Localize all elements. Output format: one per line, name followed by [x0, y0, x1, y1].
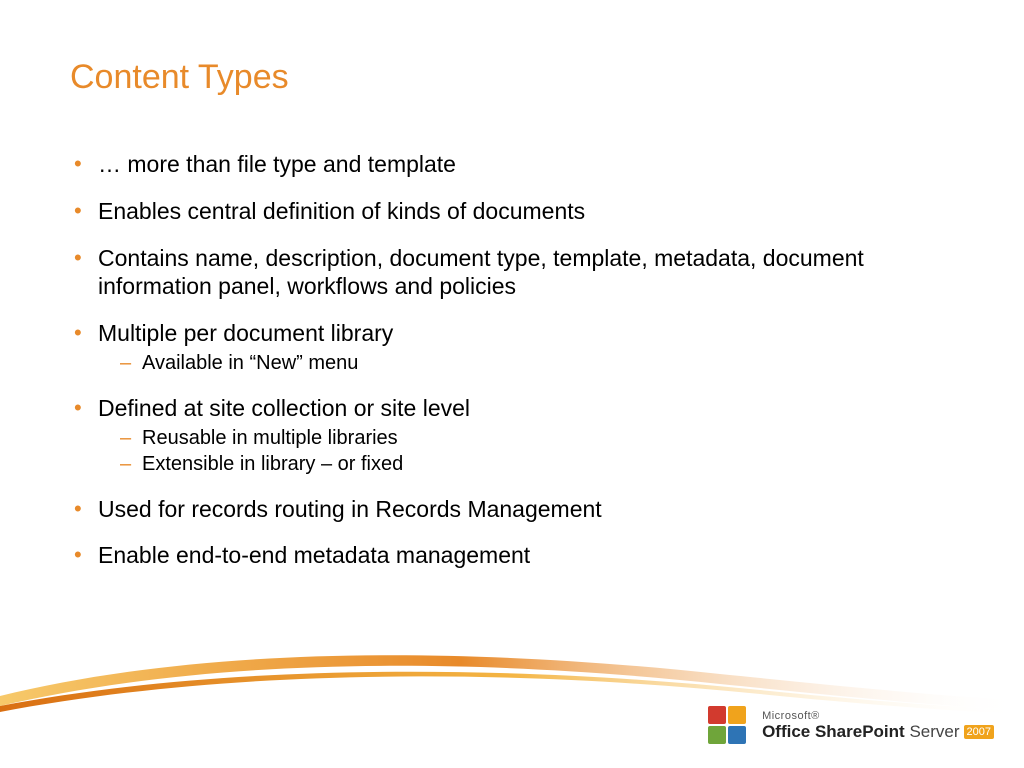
- footer-product: Office SharePoint Server 2007: [762, 723, 994, 741]
- bullet-item: Enables central definition of kinds of d…: [70, 197, 890, 226]
- sub-bullet-item: Extensible in library – or fixed: [98, 451, 890, 477]
- bullet-text: Used for records routing in Records Mana…: [98, 496, 602, 522]
- bullet-item: … more than file type and template: [70, 150, 890, 179]
- bullet-item: Defined at site collection or site level…: [70, 394, 890, 477]
- slide-title: Content Types: [70, 58, 289, 97]
- bullet-item: Contains name, description, document typ…: [70, 244, 890, 302]
- footer-year: 2007: [964, 725, 994, 739]
- bullet-item: Enable end-to-end metadata management: [70, 541, 538, 570]
- sub-bullet-text: Available in “New” menu: [142, 352, 358, 374]
- sub-bullet-item: Available in “New” menu: [98, 350, 890, 376]
- bullet-item: Used for records routing in Records Mana…: [70, 495, 890, 524]
- footer-text: Microsoft® Office SharePoint Server2007: [762, 711, 994, 740]
- bullet-text: Multiple per document library: [98, 320, 393, 346]
- bullet-text: Enable end-to-end metadata management: [98, 542, 530, 568]
- footer-product-bold: Office SharePoint: [762, 722, 905, 741]
- bullet-text: Enables central definition of kinds of d…: [98, 198, 585, 224]
- slide: Content Types … more than file type and …: [0, 0, 1024, 768]
- sub-bullet-list: Reusable in multiple libraries Extensibl…: [98, 425, 890, 477]
- sub-bullet-item: Reusable in multiple libraries: [98, 425, 890, 451]
- bullet-item: Multiple per document library Available …: [70, 319, 890, 376]
- office-logo-icon: [708, 706, 752, 746]
- sub-bullet-list: Available in “New” menu: [98, 350, 890, 376]
- sub-bullet-text: Extensible in library – or fixed: [142, 453, 403, 475]
- bullet-text: Contains name, description, document typ…: [98, 245, 864, 300]
- slide-body: … more than file type and template Enabl…: [70, 150, 890, 588]
- bullet-text: … more than file type and template: [98, 151, 456, 177]
- footer-product-thin: Server: [909, 722, 959, 741]
- bullet-text: Defined at site collection or site level: [98, 395, 470, 421]
- bullet-list: … more than file type and template Enabl…: [70, 150, 890, 570]
- sub-bullet-text: Reusable in multiple libraries: [142, 427, 398, 449]
- footer-logo: Microsoft® Office SharePoint Server2007: [708, 706, 994, 746]
